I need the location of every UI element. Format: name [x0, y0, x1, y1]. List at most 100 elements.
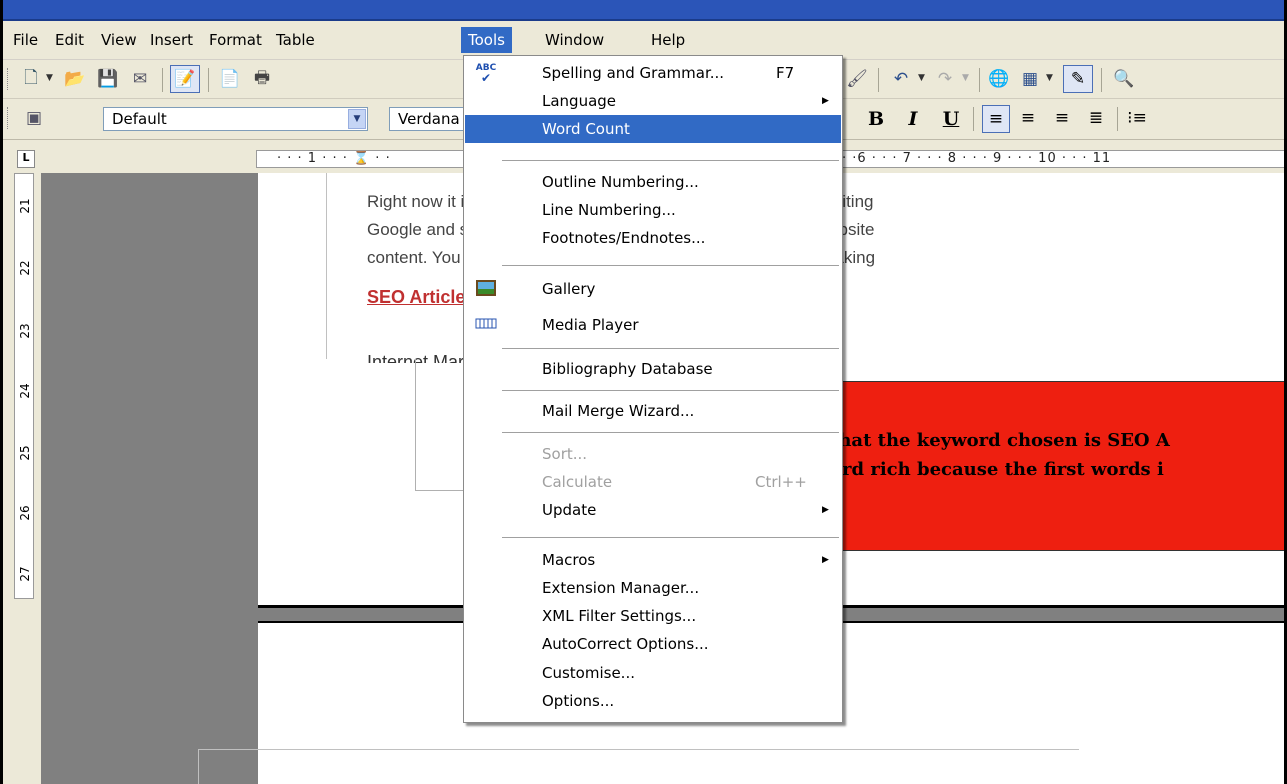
table-dropdown-icon[interactable]: ▼ [1046, 73, 1053, 83]
menu-item-sort[interactable]: Sort... [465, 440, 841, 468]
show-draw-functions-icon[interactable]: ✎ [1063, 65, 1093, 93]
menu-item-label: Word Count [542, 120, 630, 138]
export-pdf-icon[interactable]: 📄 [219, 68, 241, 90]
ruler-number: 22 [18, 260, 32, 276]
ruler-number: 23 [18, 323, 32, 339]
menu-table[interactable]: Table [269, 27, 322, 53]
menu-item-label: AutoCorrect Options... [542, 635, 709, 653]
menu-item-label: Bibliography Database [542, 360, 713, 378]
redo-dropdown-icon[interactable]: ▼ [962, 73, 969, 83]
menu-item-label: Outline Numbering... [542, 173, 699, 191]
highlighted-text-line: that the keyword chosen is SEO A [830, 430, 1170, 451]
menu-item-line-numbering[interactable]: Line Numbering... [465, 196, 841, 224]
menu-item-update[interactable]: Update ▶ [465, 496, 841, 524]
menu-item-label: Media Player [542, 316, 639, 334]
menu-item-outline-numbering[interactable]: Outline Numbering... [465, 168, 841, 196]
underline-button[interactable]: U [938, 106, 964, 132]
undo-dropdown-icon[interactable]: ▼ [918, 73, 925, 83]
email-icon[interactable]: ✉ [129, 68, 151, 90]
menu-item-label: Mail Merge Wizard... [542, 402, 695, 420]
menu-item-word-count[interactable]: Word Count [465, 115, 841, 143]
menu-item-xml-filter-settings[interactable]: XML Filter Settings... [465, 602, 841, 630]
menu-item-mail-merge-wizard[interactable]: Mail Merge Wizard... [465, 397, 841, 425]
navigator-icon[interactable]: 🌐 [988, 68, 1010, 90]
format-paintbrush-icon[interactable]: 🖌 [846, 68, 868, 90]
text-boundary [326, 173, 327, 359]
toolbar-grip[interactable] [7, 68, 11, 90]
menu-item-gallery[interactable]: Gallery [465, 275, 841, 303]
ruler-number: 24 [18, 383, 32, 399]
undo-icon[interactable]: ↶ [890, 68, 912, 90]
menu-item-label: Sort... [542, 445, 588, 463]
menu-item-footnotes-endnotes[interactable]: Footnotes/Endnotes... [465, 224, 841, 252]
menu-item-shortcut: F7 [776, 64, 795, 82]
tab-stop-selector[interactable]: L [17, 150, 35, 168]
menu-item-bibliography-database[interactable]: Bibliography Database [465, 355, 841, 383]
save-icon[interactable]: 💾 [97, 68, 119, 90]
italic-button[interactable]: I [900, 106, 926, 132]
menu-item-options[interactable]: Options... [465, 687, 841, 715]
menu-help[interactable]: Help [644, 27, 692, 53]
paragraph-style-combo[interactable]: Default ▼ [103, 107, 368, 131]
toolbar-grip[interactable] [7, 107, 11, 129]
paragraph-style-value: Default [112, 110, 167, 128]
tools-menu-dropdown: ABC ✔ Spelling and Grammar... F7 Languag… [463, 55, 843, 723]
menu-item-label: Footnotes/Endnotes... [542, 229, 706, 247]
menu-item-macros[interactable]: Macros ▶ [465, 546, 841, 574]
menu-insert[interactable]: Insert [143, 27, 200, 53]
menu-item-autocorrect-options[interactable]: AutoCorrect Options... [465, 630, 841, 658]
submenu-arrow-icon: ▶ [822, 505, 829, 515]
menu-item-label: Options... [542, 692, 615, 710]
menu-item-label: Language [542, 92, 617, 110]
menu-item-label: XML Filter Settings... [542, 607, 697, 625]
menu-format[interactable]: Format [202, 27, 269, 53]
highlighted-text[interactable]: that the keyword chosen is SEO A ord ric… [830, 426, 1170, 484]
menu-separator [502, 390, 839, 391]
chevron-down-icon[interactable]: ▼ [348, 109, 366, 129]
align-right-icon[interactable]: ≡ [1051, 107, 1073, 129]
menu-item-label: Calculate [542, 473, 613, 491]
menu-separator [502, 537, 839, 538]
menu-item-label: Update [542, 501, 597, 519]
redo-icon[interactable]: ↷ [934, 68, 956, 90]
find-icon[interactable]: 🔍 [1113, 68, 1135, 90]
numbering-icon[interactable]: ⁝≡ [1126, 107, 1148, 129]
menu-tools[interactable]: Tools [461, 27, 512, 53]
title-bar [3, 0, 1284, 21]
writer-window: File Edit View Insert Format Table Tools… [3, 0, 1284, 784]
table-icon[interactable]: ▦ [1019, 68, 1041, 90]
justify-icon[interactable]: ≣ [1085, 107, 1107, 129]
menu-edit[interactable]: Edit [48, 27, 91, 53]
new-document-icon[interactable]: 🗋 [20, 68, 42, 90]
menu-view[interactable]: View [94, 27, 144, 53]
font-name-combo[interactable]: Verdana [389, 107, 469, 131]
menu-item-spelling-and-grammar[interactable]: ABC ✔ Spelling and Grammar... F7 [465, 59, 841, 87]
print-icon[interactable]: 🖶 [251, 68, 273, 90]
text-frame[interactable] [198, 749, 1079, 784]
bold-button[interactable]: B [863, 106, 889, 132]
menu-item-calculate[interactable]: Calculate Ctrl++ [465, 468, 841, 496]
menu-item-customise[interactable]: Customise... [465, 659, 841, 687]
align-left-icon[interactable]: ≡ [982, 105, 1010, 133]
menu-separator [502, 160, 839, 161]
vertical-ruler[interactable]: 21 22 23 24 25 26 27 [14, 173, 34, 599]
menu-window[interactable]: Window [538, 27, 611, 53]
menu-file[interactable]: File [6, 27, 45, 53]
menu-item-label: Gallery [542, 280, 596, 298]
menu-item-language[interactable]: Language ▶ [465, 87, 841, 115]
edit-mode-icon[interactable]: 📝 [170, 65, 200, 93]
menu-separator [502, 348, 839, 349]
menu-item-label: Customise... [542, 664, 635, 682]
menu-item-shortcut: Ctrl++ [755, 473, 807, 491]
ruler-right-marks: · ·6 · · · 7 · · · 8 · · · 9 · · · 10 · … [842, 151, 1112, 166]
menu-item-extension-manager[interactable]: Extension Manager... [465, 574, 841, 602]
font-name-value: Verdana [398, 110, 460, 128]
open-folder-icon[interactable]: 📂 [64, 68, 86, 90]
gallery-icon [475, 279, 497, 299]
submenu-arrow-icon: ▶ [822, 555, 829, 565]
align-center-icon[interactable]: ≡ [1017, 107, 1039, 129]
chevron-down-icon[interactable]: ▼ [46, 73, 53, 83]
menu-item-media-player[interactable]: Media Player [465, 311, 841, 339]
styles-formatting-icon[interactable]: ▣ [23, 107, 45, 129]
ruler-number: 27 [18, 566, 32, 582]
